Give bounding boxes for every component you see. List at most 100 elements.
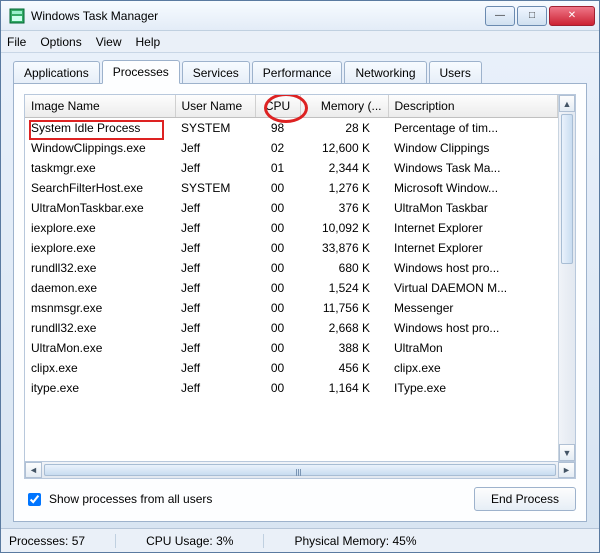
close-button[interactable]: ✕ — [549, 6, 595, 26]
maximize-button[interactable]: □ — [517, 6, 547, 26]
cell-cpu: 00 — [255, 378, 300, 398]
col-description[interactable]: Description — [388, 95, 558, 118]
cell-memory: 1,276 K — [300, 178, 388, 198]
horizontal-scrollbar[interactable]: ◄ ► — [24, 462, 576, 479]
cell-image: clipx.exe — [25, 358, 175, 378]
status-processes: Processes: 57 — [9, 534, 116, 548]
cell-desc: UltraMon Taskbar — [388, 198, 558, 218]
cell-memory: 1,524 K — [300, 278, 388, 298]
col-cpu[interactable]: CPU — [255, 95, 300, 118]
table-row[interactable]: daemon.exeJeff001,524 KVirtual DAEMON M.… — [25, 278, 558, 298]
scroll-right-icon[interactable]: ► — [558, 462, 575, 478]
scroll-thumb[interactable] — [561, 114, 573, 264]
cell-cpu: 00 — [255, 198, 300, 218]
task-manager-window: Windows Task Manager — □ ✕ File Options … — [0, 0, 600, 553]
menu-options[interactable]: Options — [40, 35, 81, 49]
menu-file[interactable]: File — [7, 35, 26, 49]
scroll-left-icon[interactable]: ◄ — [25, 462, 42, 478]
cell-image: msnmsgr.exe — [25, 298, 175, 318]
cell-cpu: 00 — [255, 258, 300, 278]
table-row[interactable]: msnmsgr.exeJeff0011,756 KMessenger — [25, 298, 558, 318]
cell-cpu: 00 — [255, 358, 300, 378]
table-row[interactable]: SearchFilterHost.exeSYSTEM001,276 KMicro… — [25, 178, 558, 198]
cell-cpu: 00 — [255, 238, 300, 258]
cell-user: Jeff — [175, 138, 255, 158]
scroll-up-icon[interactable]: ▲ — [559, 95, 575, 112]
cell-user: Jeff — [175, 378, 255, 398]
table-row[interactable]: iexplore.exeJeff0010,092 KInternet Explo… — [25, 218, 558, 238]
cell-desc: Window Clippings — [388, 138, 558, 158]
cell-cpu: 01 — [255, 158, 300, 178]
cell-memory: 2,344 K — [300, 158, 388, 178]
cell-desc: Windows Task Ma... — [388, 158, 558, 178]
vertical-scrollbar[interactable]: ▲ ▼ — [558, 95, 575, 461]
cell-cpu: 00 — [255, 318, 300, 338]
tab-users[interactable]: Users — [429, 61, 482, 84]
app-icon — [9, 8, 25, 24]
cell-user: Jeff — [175, 218, 255, 238]
status-cpu: CPU Usage: 3% — [146, 534, 264, 548]
cell-desc: clipx.exe — [388, 358, 558, 378]
cell-user: Jeff — [175, 158, 255, 178]
table-row[interactable]: taskmgr.exeJeff012,344 KWindows Task Ma.… — [25, 158, 558, 178]
window-title: Windows Task Manager — [31, 9, 485, 23]
cell-user: Jeff — [175, 358, 255, 378]
table-row[interactable]: rundll32.exeJeff00680 KWindows host pro.… — [25, 258, 558, 278]
menu-help[interactable]: Help — [136, 35, 161, 49]
cell-desc: IType.exe — [388, 378, 558, 398]
cell-cpu: 98 — [255, 118, 300, 139]
show-all-users-input[interactable] — [28, 493, 41, 506]
tab-networking[interactable]: Networking — [344, 61, 426, 84]
panel-footer: Show processes from all users End Proces… — [24, 487, 576, 511]
cell-cpu: 00 — [255, 338, 300, 358]
tab-applications[interactable]: Applications — [13, 61, 100, 84]
cell-memory: 28 K — [300, 118, 388, 139]
cell-user: Jeff — [175, 198, 255, 218]
table-row[interactable]: clipx.exeJeff00456 Kclipx.exe — [25, 358, 558, 378]
show-all-users-checkbox[interactable]: Show processes from all users — [24, 490, 212, 509]
table-row[interactable]: WindowClippings.exeJeff0212,600 KWindow … — [25, 138, 558, 158]
cell-image: itype.exe — [25, 378, 175, 398]
col-image-name[interactable]: Image Name — [25, 95, 175, 118]
table-row[interactable]: UltraMonTaskbar.exeJeff00376 KUltraMon T… — [25, 198, 558, 218]
cell-cpu: 02 — [255, 138, 300, 158]
tab-processes[interactable]: Processes — [102, 60, 180, 84]
cell-desc: Windows host pro... — [388, 258, 558, 278]
window-controls: — □ ✕ — [485, 6, 595, 26]
col-memory[interactable]: Memory (... — [300, 95, 388, 118]
menu-view[interactable]: View — [96, 35, 122, 49]
process-table: Image Name User Name CPU Memory (... Des… — [25, 95, 558, 398]
table-row[interactable]: rundll32.exeJeff002,668 KWindows host pr… — [25, 318, 558, 338]
cell-user: Jeff — [175, 298, 255, 318]
cell-image: UltraMonTaskbar.exe — [25, 198, 175, 218]
tab-services[interactable]: Services — [182, 61, 250, 84]
hscroll-thumb[interactable] — [44, 464, 556, 476]
table-row[interactable]: itype.exeJeff001,164 KIType.exe — [25, 378, 558, 398]
cell-user: Jeff — [175, 238, 255, 258]
cell-memory: 2,668 K — [300, 318, 388, 338]
cell-memory: 33,876 K — [300, 238, 388, 258]
scroll-down-icon[interactable]: ▼ — [559, 444, 575, 461]
cell-image: rundll32.exe — [25, 318, 175, 338]
titlebar[interactable]: Windows Task Manager — □ ✕ — [1, 1, 599, 31]
tab-performance[interactable]: Performance — [252, 61, 343, 84]
table-row[interactable]: UltraMon.exeJeff00388 KUltraMon — [25, 338, 558, 358]
status-memory: Physical Memory: 45% — [294, 534, 446, 548]
cell-desc: Virtual DAEMON M... — [388, 278, 558, 298]
menubar: File Options View Help — [1, 31, 599, 53]
cell-memory: 388 K — [300, 338, 388, 358]
cell-image: daemon.exe — [25, 278, 175, 298]
col-user-name[interactable]: User Name — [175, 95, 255, 118]
table-row[interactable]: iexplore.exeJeff0033,876 KInternet Explo… — [25, 238, 558, 258]
cell-memory: 12,600 K — [300, 138, 388, 158]
cell-image: System Idle Process — [25, 118, 175, 139]
end-process-button[interactable]: End Process — [474, 487, 576, 511]
cell-memory: 10,092 K — [300, 218, 388, 238]
cell-image: UltraMon.exe — [25, 338, 175, 358]
cell-memory: 456 K — [300, 358, 388, 378]
cell-cpu: 00 — [255, 218, 300, 238]
cell-user: Jeff — [175, 278, 255, 298]
cell-user: Jeff — [175, 338, 255, 358]
table-row[interactable]: System Idle ProcessSYSTEM9828 KPercentag… — [25, 118, 558, 139]
minimize-button[interactable]: — — [485, 6, 515, 26]
